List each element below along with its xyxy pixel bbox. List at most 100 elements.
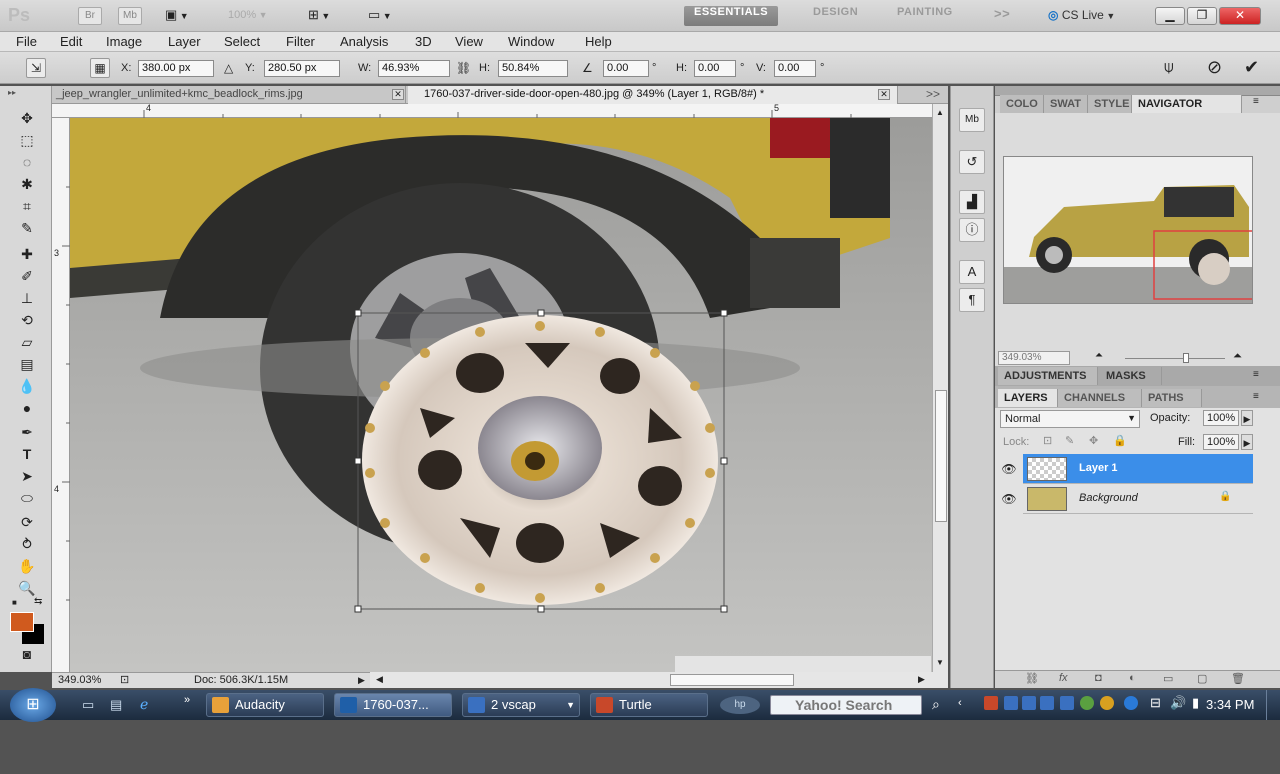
menu-analysis[interactable]: Analysis [340, 34, 388, 49]
blend-mode-dropdown[interactable]: Normal ▼ [1000, 410, 1140, 428]
y-position-input[interactable]: 280.50 px [264, 60, 340, 77]
move-tool-icon[interactable]: ✥ [14, 108, 40, 128]
tray-app-icon[interactable] [1080, 696, 1094, 710]
zoom-slider-thumb[interactable] [1183, 353, 1189, 363]
vertical-ruler[interactable]: 3 4 [52, 118, 70, 672]
adjustment-layer-icon[interactable]: ◐ [1129, 672, 1136, 684]
lasso-tool-icon[interactable]: ◌ [14, 152, 40, 172]
power-icon[interactable]: ▮ [1192, 695, 1199, 711]
tab-navigator[interactable]: NAVIGATOR [1132, 95, 1242, 113]
taskbar-item-turtle[interactable]: Turtle [590, 693, 708, 717]
tray-app-icon[interactable] [1060, 696, 1074, 710]
dodge-tool-icon[interactable]: ● [14, 398, 40, 418]
tab-styles[interactable]: STYLE [1088, 95, 1132, 113]
lock-position-icon[interactable]: ✥ [1089, 434, 1098, 447]
lock-all-icon[interactable]: 🔒 [1113, 434, 1127, 447]
3d-orbit-tool-icon[interactable]: ⥁ [14, 534, 40, 554]
status-preview-icon[interactable]: ⊡ [120, 673, 129, 686]
close-tab-icon[interactable]: ✕ [392, 89, 404, 100]
delta-icon[interactable]: △ [224, 61, 233, 75]
x-position-input[interactable]: 380.00 px [138, 60, 214, 77]
zoom-tool-icon[interactable]: 🔍 [14, 578, 40, 598]
tab-paths[interactable]: PATHS [1142, 389, 1202, 407]
taskbar-item-photoshop[interactable]: 1760-037... [334, 693, 452, 717]
more-workspaces-button[interactable]: >> [984, 6, 1020, 26]
tab-layers[interactable]: LAYERS [998, 389, 1058, 407]
fill-slider-arrow-icon[interactable]: ▶ [1241, 434, 1253, 450]
cs-live-button[interactable]: ◎ CS Live ▼ [1048, 8, 1115, 22]
delete-layer-icon[interactable]: 🗑 [1231, 672, 1245, 685]
layer-style-icon[interactable]: fx [1059, 672, 1068, 684]
show-desktop-button[interactable] [1266, 690, 1280, 720]
navigator-zoom-field[interactable]: 349.03% [998, 351, 1070, 365]
opacity-slider-arrow-icon[interactable]: ▶ [1241, 410, 1253, 426]
tab-masks[interactable]: MASKS [1100, 367, 1162, 385]
foreground-color-swatch[interactable] [10, 612, 34, 632]
close-tab-icon[interactable]: ✕ [878, 89, 890, 100]
commit-transform-icon[interactable]: ✔ [1244, 57, 1259, 78]
taskbar-item-audacity[interactable]: Audacity [206, 693, 324, 717]
minimize-button[interactable]: ▁ [1155, 7, 1185, 25]
vertical-scrollbar[interactable]: ▲ ▼ [932, 104, 948, 672]
cancel-transform-icon[interactable]: ⊘ [1207, 57, 1222, 78]
marquee-tool-icon[interactable]: ⬚ [14, 130, 40, 150]
minibridge-button[interactable]: Mb [118, 7, 142, 25]
yahoo-search-box[interactable]: Yahoo! Search [770, 695, 922, 715]
panel-menu-icon[interactable]: ≡ [1253, 369, 1259, 380]
add-mask-icon[interactable]: ◘ [1095, 672, 1102, 684]
eraser-tool-icon[interactable]: ▱ [14, 332, 40, 352]
menu-filter[interactable]: Filter [286, 34, 315, 49]
menu-edit[interactable]: Edit [60, 34, 82, 49]
tab-channels[interactable]: CHANNELS [1058, 389, 1142, 407]
gradient-tool-icon[interactable]: ▤ [14, 354, 40, 374]
menu-layer[interactable]: Layer [168, 34, 201, 49]
tab-adjustments[interactable]: ADJUSTMENTS [998, 367, 1098, 385]
type-tool-icon[interactable]: T [14, 444, 40, 464]
zoom-out-icon[interactable]: ⏶ [1095, 350, 1103, 361]
rotate-angle-input[interactable]: 0.00 [603, 60, 649, 77]
lock-transparent-icon[interactable]: ⊡ [1043, 434, 1052, 447]
tray-app-icon[interactable] [1100, 696, 1114, 710]
menu-window[interactable]: Window [508, 34, 554, 49]
close-button[interactable]: ✕ [1219, 7, 1261, 25]
new-layer-icon[interactable]: ▢ [1197, 672, 1207, 685]
swap-colors-icon[interactable]: ⇆ [34, 596, 42, 607]
default-colors-icon[interactable]: ■ [12, 598, 17, 607]
link-layers-icon[interactable]: ⛓ [1025, 672, 1039, 685]
zoom-in-icon[interactable]: ⏶ [1233, 350, 1242, 363]
tray-app-icon[interactable] [1022, 696, 1036, 710]
document-tab-jeep-rims[interactable]: _jeep_wrangler_unlimited+kmc_beadlock_ri… [52, 86, 406, 104]
eyedropper-tool-icon[interactable]: ✎ [14, 218, 40, 238]
more-tabs-button[interactable]: >> [926, 87, 940, 101]
zoom-percent-field[interactable]: 349.03% [58, 674, 101, 686]
show-desktop-icon[interactable]: ▭ [82, 697, 94, 713]
menu-view[interactable]: View [455, 34, 483, 49]
vertical-skew-input[interactable]: 0.00 [774, 60, 816, 77]
quick-selection-tool-icon[interactable]: ✱ [14, 174, 40, 194]
menu-help[interactable]: Help [585, 34, 612, 49]
status-menu-arrow-icon[interactable]: ▶ [358, 675, 365, 686]
3d-rotate-tool-icon[interactable]: ⟳ [14, 512, 40, 532]
explorer-icon[interactable]: ▤ [110, 697, 122, 713]
extras-dropdown[interactable]: ▣ ▼ [165, 7, 205, 25]
tray-app-icon[interactable] [1004, 696, 1018, 710]
path-selection-tool-icon[interactable]: ➤ [14, 466, 40, 486]
zoom-slider-track[interactable] [1125, 358, 1225, 359]
collapse-toolbox-icon[interactable]: ▸▸ [8, 88, 16, 97]
fill-input[interactable]: 100% [1203, 434, 1239, 450]
zoom-level-dropdown[interactable]: 100% ▼ [228, 9, 288, 21]
eye-icon[interactable]: 👁 [1000, 490, 1018, 508]
character-panel-icon[interactable]: A [959, 260, 985, 284]
layer-name[interactable]: Layer 1 [1079, 462, 1118, 474]
shape-tool-icon[interactable]: ⬭ [14, 488, 40, 508]
opacity-input[interactable]: 100% [1203, 410, 1239, 426]
height-percent-input[interactable]: 50.84% [498, 60, 568, 77]
internet-explorer-icon[interactable]: ℯ [140, 696, 148, 713]
layer-row-background[interactable]: Background 🔒 [1023, 484, 1253, 514]
info-panel-icon[interactable]: ⓘ [959, 218, 985, 242]
bridge-button[interactable]: Br [78, 7, 102, 25]
quick-mask-icon[interactable]: ◙ [14, 644, 40, 664]
taskbar-item-vscap[interactable]: 2 vscap ▼ [462, 693, 580, 717]
hand-tool-icon[interactable]: ✋ [14, 556, 40, 576]
arrange-documents-button[interactable]: ⊞ ▼ [308, 7, 348, 25]
